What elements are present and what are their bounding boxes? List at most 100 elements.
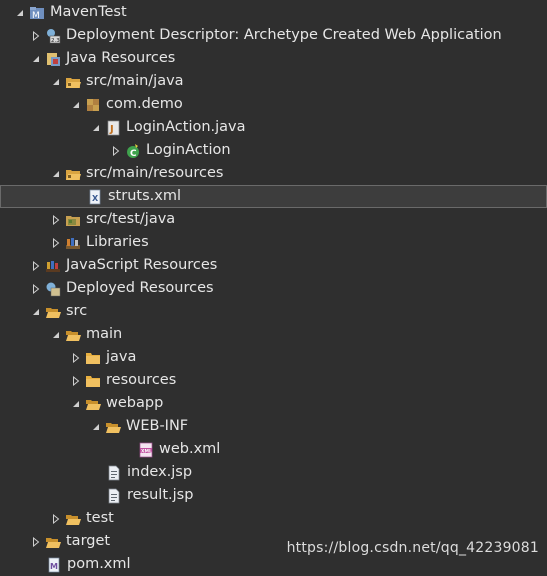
folder-open-icon [45, 534, 61, 550]
tree-item-src-main-resources[interactable]: src/main/resources [0, 162, 547, 185]
java-resources-icon [45, 51, 61, 67]
svg-text:XML: XML [141, 448, 152, 454]
collapsed-arrow-icon[interactable] [70, 375, 82, 387]
deployed-resources-icon [45, 281, 61, 297]
tree-item-loginaction-class[interactable]: C LoginAction [0, 139, 547, 162]
tree-item-label: struts.xml [108, 188, 181, 204]
tree-item-deployment-descriptor[interactable]: 2.3 Deployment Descriptor: Archetype Cre… [0, 24, 547, 47]
tree-item-src-test-java[interactable]: src/test/java [0, 208, 547, 231]
watermark-text: https://blog.csdn.net/qq_42239081 [286, 540, 539, 556]
expanded-arrow-icon[interactable] [90, 421, 102, 433]
tree-item-label: resources [106, 372, 177, 388]
svg-text:J: J [109, 124, 114, 135]
web-xml-icon: XML [138, 442, 154, 458]
class-icon: C [125, 143, 141, 159]
tree-item-deployed-resources[interactable]: Deployed Resources [0, 277, 547, 300]
tree-item-label: pom.xml [67, 556, 131, 572]
svg-text:C: C [130, 149, 137, 159]
tree-item-label: main [86, 326, 123, 342]
tree-item-label: com.demo [106, 96, 183, 112]
java-file-icon: J [105, 120, 121, 136]
tree-item-web-inf[interactable]: WEB-INF [0, 415, 547, 438]
libraries-icon [65, 235, 81, 251]
expanded-arrow-icon[interactable] [50, 329, 62, 341]
expanded-arrow-icon[interactable] [90, 122, 102, 134]
collapsed-arrow-icon[interactable] [50, 513, 62, 525]
tree-item-java[interactable]: java [0, 346, 547, 369]
tree-item-javascript-resources[interactable]: JavaScript Resources [0, 254, 547, 277]
tree-item-label: Deployed Resources [66, 280, 214, 296]
folder-open-icon [85, 396, 101, 412]
folder-icon [85, 350, 101, 366]
folder-open-icon [65, 511, 81, 527]
tree-item-main[interactable]: main [0, 323, 547, 346]
expanded-arrow-icon[interactable] [14, 7, 26, 19]
collapsed-arrow-icon[interactable] [30, 536, 42, 548]
tree-item-label: webapp [106, 395, 164, 411]
svg-text:M: M [50, 562, 58, 571]
tree-item-label: LoginAction [146, 142, 231, 158]
tree-item-pom-xml[interactable]: M pom.xml [0, 553, 547, 576]
expanded-arrow-icon[interactable] [50, 168, 62, 180]
tree-item-label: result.jsp [127, 487, 194, 503]
svg-text:2.3: 2.3 [51, 38, 60, 44]
collapsed-arrow-icon[interactable] [30, 260, 42, 272]
tree-item-label: target [66, 533, 111, 549]
tree-item-label: LoginAction.java [126, 119, 246, 135]
folder-open-icon [65, 327, 81, 343]
tree-item-webapp[interactable]: webapp [0, 392, 547, 415]
tree-item-src-main-java[interactable]: src/main/java [0, 70, 547, 93]
tree-item-maventest[interactable]: M MavenTest [0, 1, 547, 24]
source-folder-icon [65, 212, 81, 228]
tree-item-resources[interactable]: resources [0, 369, 547, 392]
tree-item-label: WEB-INF [126, 418, 189, 434]
tree-item-loginaction-java[interactable]: J LoginAction.java [0, 116, 547, 139]
tree-item-label: src/main/resources [86, 165, 224, 181]
pom-xml-icon: M [46, 557, 62, 573]
tree-item-label: Java Resources [66, 50, 176, 66]
collapsed-arrow-icon[interactable] [50, 214, 62, 226]
svg-text:X: X [92, 194, 99, 203]
expanded-arrow-icon[interactable] [70, 99, 82, 111]
project-icon: M [29, 5, 45, 21]
tree-item-label: web.xml [159, 441, 221, 457]
jsp-file-icon [106, 488, 122, 504]
tree-item-label: src/main/java [86, 73, 184, 89]
expanded-arrow-icon[interactable] [70, 398, 82, 410]
tree-item-label: index.jsp [127, 464, 193, 480]
tree-item-label: JavaScript Resources [66, 257, 218, 273]
tree-item-libraries[interactable]: Libraries [0, 231, 547, 254]
collapsed-arrow-icon[interactable] [70, 352, 82, 364]
tree-item-result-jsp[interactable]: result.jsp [0, 484, 547, 507]
source-folder-icon [65, 74, 81, 90]
tree-item-test[interactable]: test [0, 507, 547, 530]
folder-icon [85, 373, 101, 389]
tree-item-src[interactable]: src [0, 300, 547, 323]
tree-item-label: Libraries [86, 234, 149, 250]
tree-item-label: Deployment Descriptor: Archetype Created… [66, 27, 502, 43]
collapsed-arrow-icon[interactable] [30, 30, 42, 42]
tree-item-index-jsp[interactable]: index.jsp [0, 461, 547, 484]
svg-text:M: M [32, 11, 40, 21]
tree-item-java-resources[interactable]: Java Resources [0, 47, 547, 70]
deployment-descriptor-icon: 2.3 [45, 28, 61, 44]
tree-item-label: test [86, 510, 114, 526]
expanded-arrow-icon[interactable] [30, 306, 42, 318]
collapsed-arrow-icon[interactable] [30, 283, 42, 295]
collapsed-arrow-icon[interactable] [110, 145, 122, 157]
javascript-resources-icon [45, 258, 61, 274]
tree-item-label: src/test/java [86, 211, 176, 227]
package-icon [85, 97, 101, 113]
source-folder-icon [65, 166, 81, 182]
tree-item-struts-xml[interactable]: X struts.xml [0, 185, 547, 208]
expanded-arrow-icon[interactable] [50, 76, 62, 88]
tree-item-web-xml[interactable]: XML web.xml [0, 438, 547, 461]
tree-item-label: MavenTest [50, 4, 127, 20]
collapsed-arrow-icon[interactable] [50, 237, 62, 249]
jsp-file-icon [106, 465, 122, 481]
folder-open-icon [45, 304, 61, 320]
xml-file-icon: X [87, 189, 103, 205]
tree-item-com-demo[interactable]: com.demo [0, 93, 547, 116]
tree-item-label: java [106, 349, 137, 365]
expanded-arrow-icon[interactable] [30, 53, 42, 65]
